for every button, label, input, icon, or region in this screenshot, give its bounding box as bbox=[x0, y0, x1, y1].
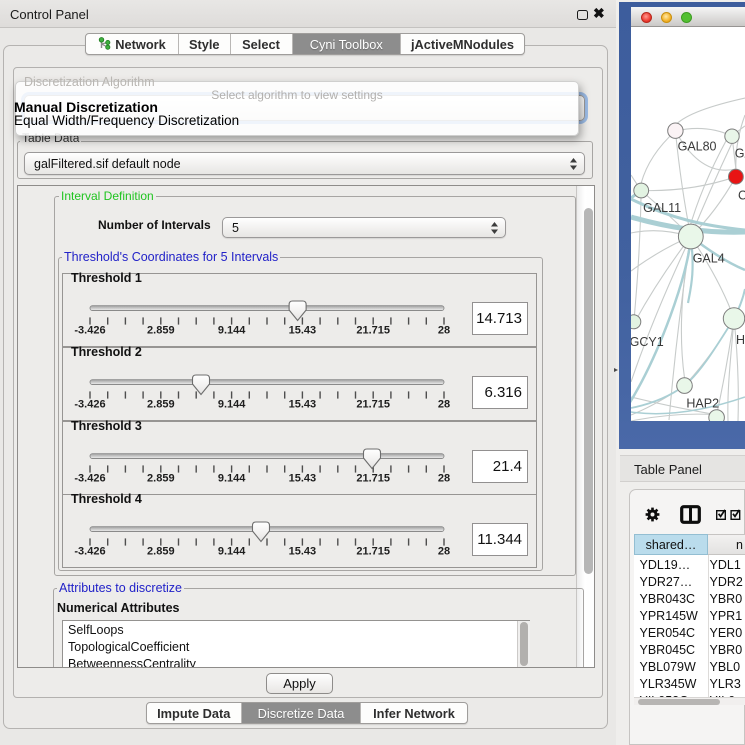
svg-text:GAL11: GAL11 bbox=[643, 201, 681, 215]
svg-text:GAL80: GAL80 bbox=[678, 140, 717, 154]
svg-text:21.715: 21.715 bbox=[356, 472, 390, 484]
svg-text:HAP2: HAP2 bbox=[686, 397, 719, 411]
svg-text:21.715: 21.715 bbox=[356, 546, 390, 558]
svg-text:9.144: 9.144 bbox=[218, 398, 246, 410]
svg-text:GCY1: GCY1 bbox=[631, 335, 664, 349]
svg-text:-3.426: -3.426 bbox=[74, 546, 105, 558]
svg-text:GAL4: GAL4 bbox=[693, 252, 725, 266]
svg-text:9.144: 9.144 bbox=[218, 325, 246, 337]
svg-text:2.859: 2.859 bbox=[147, 325, 175, 337]
svg-text:21.715: 21.715 bbox=[356, 325, 390, 337]
svg-text:21.715: 21.715 bbox=[356, 398, 390, 410]
svg-text:2.859: 2.859 bbox=[147, 546, 175, 558]
svg-text:2.859: 2.859 bbox=[147, 398, 175, 410]
svg-text:C: C bbox=[738, 189, 745, 203]
svg-text:15.43: 15.43 bbox=[289, 398, 317, 410]
svg-text:28: 28 bbox=[438, 472, 450, 484]
svg-text:28: 28 bbox=[438, 546, 450, 558]
svg-text:-3.426: -3.426 bbox=[74, 398, 105, 410]
svg-text:15.43: 15.43 bbox=[289, 472, 317, 484]
svg-text:GA: GA bbox=[735, 147, 745, 161]
svg-text:15.43: 15.43 bbox=[289, 325, 317, 337]
svg-text:15.43: 15.43 bbox=[289, 546, 317, 558]
svg-text:-3.426: -3.426 bbox=[74, 325, 105, 337]
svg-text:28: 28 bbox=[438, 325, 450, 337]
svg-text:2.859: 2.859 bbox=[147, 472, 175, 484]
svg-text:-3.426: -3.426 bbox=[74, 472, 105, 484]
svg-text:9.144: 9.144 bbox=[218, 472, 246, 484]
svg-text:28: 28 bbox=[438, 398, 450, 410]
svg-text:9.144: 9.144 bbox=[218, 546, 246, 558]
svg-text:H: H bbox=[736, 333, 745, 347]
